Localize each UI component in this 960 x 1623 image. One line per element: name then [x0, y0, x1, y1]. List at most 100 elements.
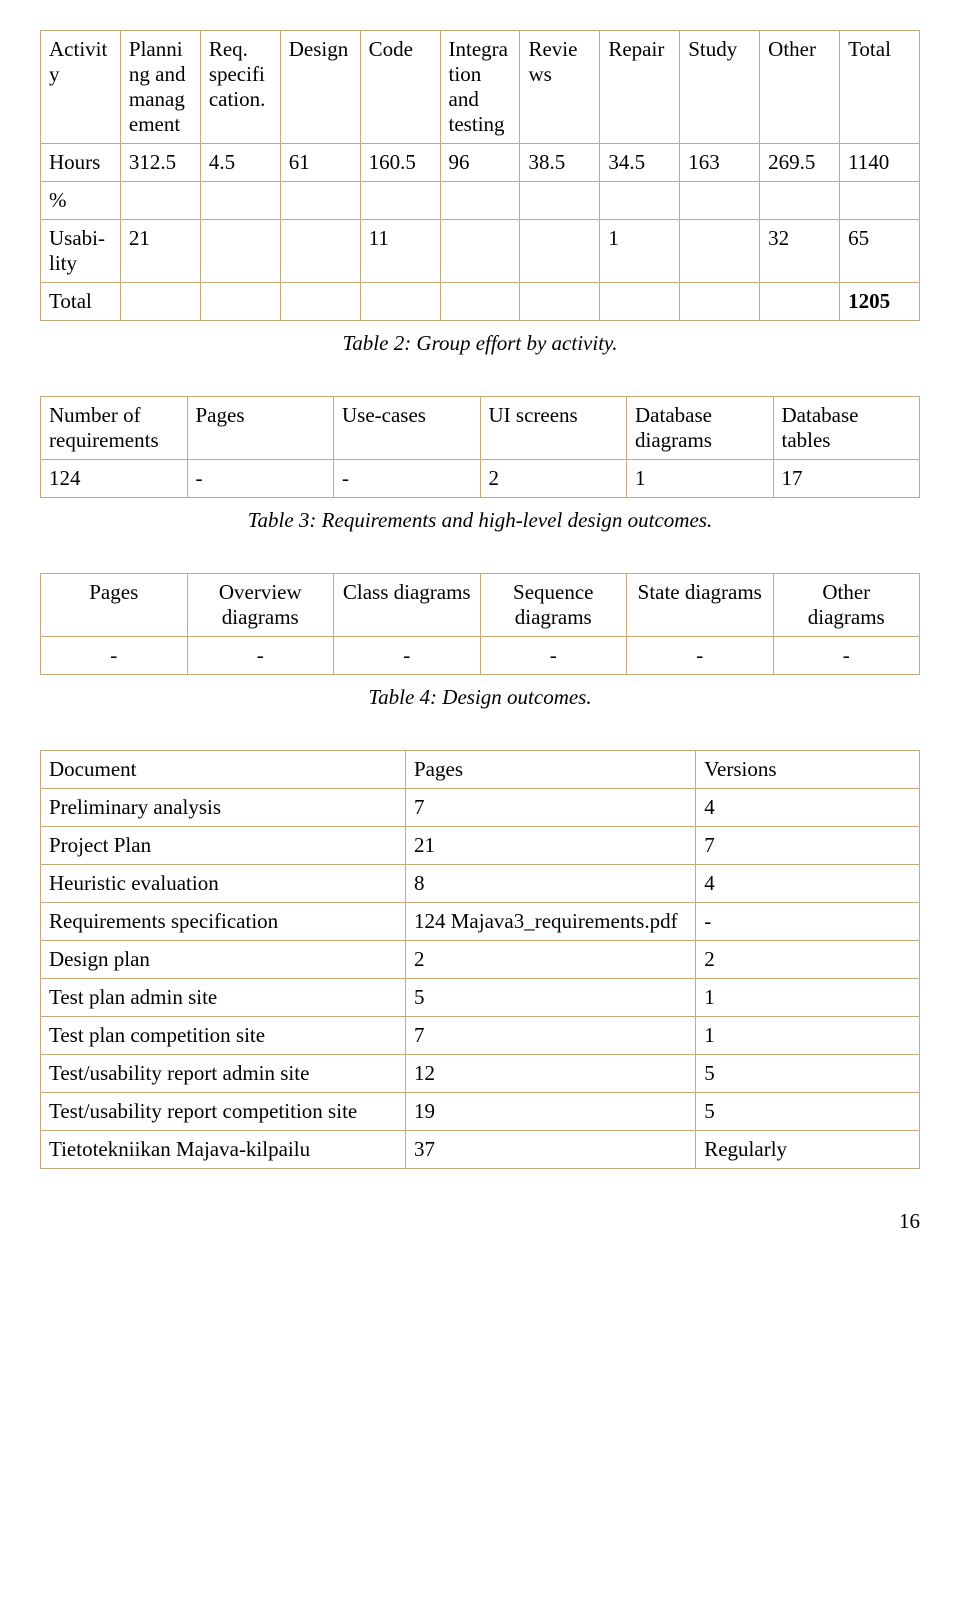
cell: [280, 182, 360, 220]
cell: Number of requirements: [41, 397, 188, 460]
cell: Planning and management: [120, 31, 200, 144]
cell: 4: [696, 789, 920, 827]
cell: Design plan: [41, 941, 406, 979]
cell: 11: [360, 220, 440, 283]
cell: 269.5: [760, 144, 840, 182]
cell: [680, 182, 760, 220]
cell: [840, 182, 920, 220]
cell: [680, 283, 760, 321]
cell: [520, 182, 600, 220]
cell: Total: [840, 31, 920, 144]
cell: 65: [840, 220, 920, 283]
cell: Overview diagrams: [187, 574, 334, 637]
cell: [120, 182, 200, 220]
cell: 19: [406, 1093, 696, 1131]
cell: -: [627, 637, 774, 675]
cell: -: [187, 460, 334, 498]
table-design-outcomes: Pages Overview diagrams Class diagrams S…: [40, 573, 920, 675]
cell: %: [41, 182, 121, 220]
cell: [200, 220, 280, 283]
cell: [200, 283, 280, 321]
cell: Sequence diagrams: [480, 574, 627, 637]
cell: 1: [696, 1017, 920, 1055]
cell: [200, 182, 280, 220]
cell: Database diagrams: [627, 397, 774, 460]
cell: 2: [406, 941, 696, 979]
cell: UI screens: [480, 397, 627, 460]
cell: 5: [406, 979, 696, 1017]
cell: Heuristic evaluation: [41, 865, 406, 903]
cell: Pages: [406, 751, 696, 789]
cell: 124 Majava3_requirements.pdf: [406, 903, 696, 941]
cell: Test/usability report admin site: [41, 1055, 406, 1093]
cell: [600, 283, 680, 321]
cell: 8: [406, 865, 696, 903]
cell: 21: [406, 827, 696, 865]
cell: Code: [360, 31, 440, 144]
page-number: 16: [40, 1209, 920, 1234]
cell: -: [773, 637, 920, 675]
cell: [760, 283, 840, 321]
cell: [760, 182, 840, 220]
cell: Regularly: [696, 1131, 920, 1169]
table4-caption: Table 4: Design outcomes.: [40, 685, 920, 710]
table2-caption: Table 2: Group effort by activity.: [40, 331, 920, 356]
cell: 1: [600, 220, 680, 283]
cell: -: [334, 460, 481, 498]
cell: [440, 283, 520, 321]
cell: 96: [440, 144, 520, 182]
cell: 38.5: [520, 144, 600, 182]
cell: Other: [760, 31, 840, 144]
cell: Integration and testing: [440, 31, 520, 144]
cell: Pages: [187, 397, 334, 460]
cell: [680, 220, 760, 283]
cell: 21: [120, 220, 200, 283]
cell: [600, 182, 680, 220]
cell: State diagrams: [627, 574, 774, 637]
table3-caption: Table 3: Requirements and high-level des…: [40, 508, 920, 533]
cell: [360, 182, 440, 220]
cell: Project Plan: [41, 827, 406, 865]
table-documents: Document Pages Versions Preliminary anal…: [40, 750, 920, 1169]
cell: Req. specification.: [200, 31, 280, 144]
cell: [440, 182, 520, 220]
cell: 160.5: [360, 144, 440, 182]
cell: 1: [627, 460, 774, 498]
cell: -: [187, 637, 334, 675]
cell: Database tables: [773, 397, 920, 460]
cell: Other diagrams: [773, 574, 920, 637]
cell: Versions: [696, 751, 920, 789]
cell: 4: [696, 865, 920, 903]
cell: -: [696, 903, 920, 941]
table-group-effort: Activity Planning and management Req. sp…: [40, 30, 920, 321]
cell: Usabi-lity: [41, 220, 121, 283]
cell: -: [480, 637, 627, 675]
cell: 7: [406, 789, 696, 827]
cell: Tietotekniikan Majava-kilpailu: [41, 1131, 406, 1169]
cell: Test plan competition site: [41, 1017, 406, 1055]
cell: Hours: [41, 144, 121, 182]
cell: 2: [696, 941, 920, 979]
cell: 7: [696, 827, 920, 865]
cell: 32: [760, 220, 840, 283]
cell: 12: [406, 1055, 696, 1093]
cell: 4.5: [200, 144, 280, 182]
cell: Test/usability report competition site: [41, 1093, 406, 1131]
cell: 5: [696, 1055, 920, 1093]
cell: [520, 220, 600, 283]
cell: Pages: [41, 574, 188, 637]
cell: 34.5: [600, 144, 680, 182]
cell: Reviews: [520, 31, 600, 144]
cell: Test plan admin site: [41, 979, 406, 1017]
cell: 2: [480, 460, 627, 498]
cell: [440, 220, 520, 283]
cell: Study: [680, 31, 760, 144]
cell: [280, 283, 360, 321]
cell: 1: [696, 979, 920, 1017]
cell: 37: [406, 1131, 696, 1169]
cell: [360, 283, 440, 321]
cell: Document: [41, 751, 406, 789]
cell: 1140: [840, 144, 920, 182]
cell: Preliminary analysis: [41, 789, 406, 827]
cell: 163: [680, 144, 760, 182]
